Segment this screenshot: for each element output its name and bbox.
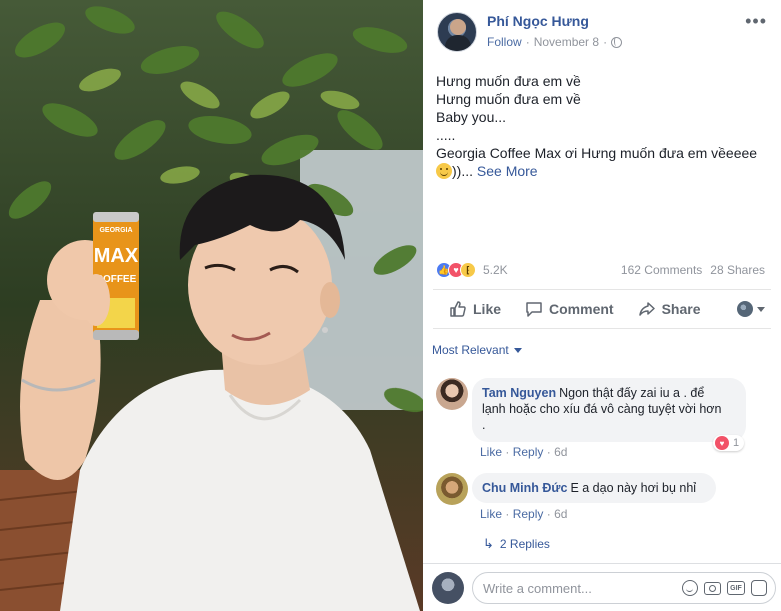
comment-text: E a dạo này hơi bụ nhỉ xyxy=(570,481,697,495)
comment-actions: Like · Reply · 6d xyxy=(480,445,568,459)
share-button-label: Share xyxy=(661,301,701,317)
meta-separator: · xyxy=(525,35,530,49)
love-reaction-icon: ♥ xyxy=(715,436,729,450)
post-details-panel: Phí Ngọc Hưng Follow · November 8 · ••• … xyxy=(423,0,781,611)
comment-reply-link[interactable]: Reply xyxy=(513,507,544,521)
current-user-avatar xyxy=(432,572,464,604)
comment-like-link[interactable]: Like xyxy=(480,507,502,521)
smile-emoji-icon xyxy=(436,163,452,179)
like-button[interactable]: Like xyxy=(433,300,513,318)
comment-text-line3: . xyxy=(482,418,486,432)
comment-input-placeholder: Write a comment... xyxy=(483,580,592,596)
more-options-icon[interactable]: ••• xyxy=(745,12,767,30)
comment-bubble-icon xyxy=(526,302,542,317)
post-text: Hưng muốn đưa em về Hưng muốn đưa em về … xyxy=(436,72,771,180)
action-bar: Like Comment Share xyxy=(433,289,771,329)
meta-separator-2: · xyxy=(603,35,608,49)
post-line: Hưng muốn đưa em về xyxy=(436,73,581,89)
reaction-summary: 👍 ♥ ⁅ 5.2K 162 Comments 28 Shares xyxy=(436,260,765,280)
haha-reaction-icon: ⁅ xyxy=(460,262,476,278)
like-button-label: Like xyxy=(473,301,502,317)
chevron-down-icon xyxy=(757,306,765,312)
replies-label: 2 Replies xyxy=(499,537,550,551)
sort-label: Most Relevant xyxy=(432,343,509,357)
comment-like-link[interactable]: Like xyxy=(480,445,502,459)
post-line: Baby you... xyxy=(436,109,507,125)
commenter-avatar[interactable] xyxy=(436,378,468,410)
share-arrow-icon xyxy=(638,302,655,316)
comment-time[interactable]: 6d xyxy=(554,507,567,521)
comment-button[interactable]: Comment xyxy=(513,300,626,318)
comment-bubble: Chu Minh Đức E a dạo này hơi bụ nhỉ xyxy=(472,473,716,503)
post-header: Phí Ngọc Hưng Follow · November 8 · ••• xyxy=(437,12,771,54)
follow-link[interactable]: Follow xyxy=(487,35,522,49)
profile-avatar-icon xyxy=(737,301,753,317)
sticker-icon[interactable] xyxy=(751,580,767,596)
comment-reaction-badge[interactable]: ♥ 1 xyxy=(713,435,745,451)
post-date[interactable]: November 8 xyxy=(534,35,599,49)
emoji-icon[interactable] xyxy=(682,580,698,596)
comment-sort-dropdown[interactable]: Most Relevant xyxy=(432,343,522,357)
commenter-name[interactable]: Chu Minh Đức xyxy=(482,481,567,495)
public-globe-icon[interactable] xyxy=(611,36,623,48)
comment-time[interactable]: 6d xyxy=(554,445,567,459)
comment-count[interactable]: 162 Comments xyxy=(621,263,702,277)
camera-icon[interactable] xyxy=(704,581,721,595)
comment-bubble: Tam Nguyen Ngon thật đấy zai iu a . để lạ… xyxy=(472,378,746,442)
see-more-link[interactable]: See More xyxy=(477,163,538,179)
view-replies-link[interactable]: ↳ 2 Replies xyxy=(483,536,550,552)
can-brand-text: GEORGIA xyxy=(99,227,132,234)
comment-composer: Write a comment... GIF xyxy=(423,563,781,611)
post-line-suffix: ))... xyxy=(452,163,473,179)
share-button[interactable]: Share xyxy=(626,300,713,318)
reaction-count[interactable]: 5.2K xyxy=(483,263,508,277)
author-name[interactable]: Phí Ngọc Hưng xyxy=(487,13,589,29)
commenter-name[interactable]: Tam Nguyen xyxy=(482,386,556,400)
comment-button-label: Comment xyxy=(549,301,614,317)
can-max-text: MAX xyxy=(94,245,139,267)
commenter-avatar[interactable] xyxy=(436,473,468,505)
composer-tools: GIF xyxy=(682,580,775,596)
reaction-icons[interactable]: 👍 ♥ ⁅ xyxy=(436,262,476,278)
reply-arrow-icon: ↳ xyxy=(483,536,494,551)
comment-reaction-count: 1 xyxy=(733,437,740,449)
post-line: ..... xyxy=(436,127,456,143)
audience-selector[interactable] xyxy=(737,301,771,317)
chevron-down-icon xyxy=(513,347,522,353)
post-line: Georgia Coffee Max ơi Hưng muốn đưa em v… xyxy=(436,145,758,161)
post-line: Hưng muốn đưa em về xyxy=(436,91,581,107)
comment-text-line2: lạnh hoặc cho xíu đá vô càng tuyệt vời h… xyxy=(482,402,722,416)
comment-text: Ngon thật đấy zai iu a . để xyxy=(559,386,705,400)
comment-actions: Like · Reply · 6d xyxy=(480,507,568,521)
share-count[interactable]: 28 Shares xyxy=(710,263,765,277)
comment-reply-link[interactable]: Reply xyxy=(513,445,544,459)
author-avatar[interactable] xyxy=(437,12,477,52)
post-line-last: ))... See More xyxy=(436,162,771,180)
gif-icon[interactable]: GIF xyxy=(727,581,745,595)
post-meta: Follow · November 8 · xyxy=(487,35,623,49)
comment-input[interactable]: Write a comment... GIF xyxy=(472,572,776,604)
thumbs-up-icon xyxy=(450,301,466,317)
photo-scene: GEORGIA MAX COFFEE xyxy=(0,0,423,611)
post-photo[interactable]: GEORGIA MAX COFFEE xyxy=(0,0,423,611)
